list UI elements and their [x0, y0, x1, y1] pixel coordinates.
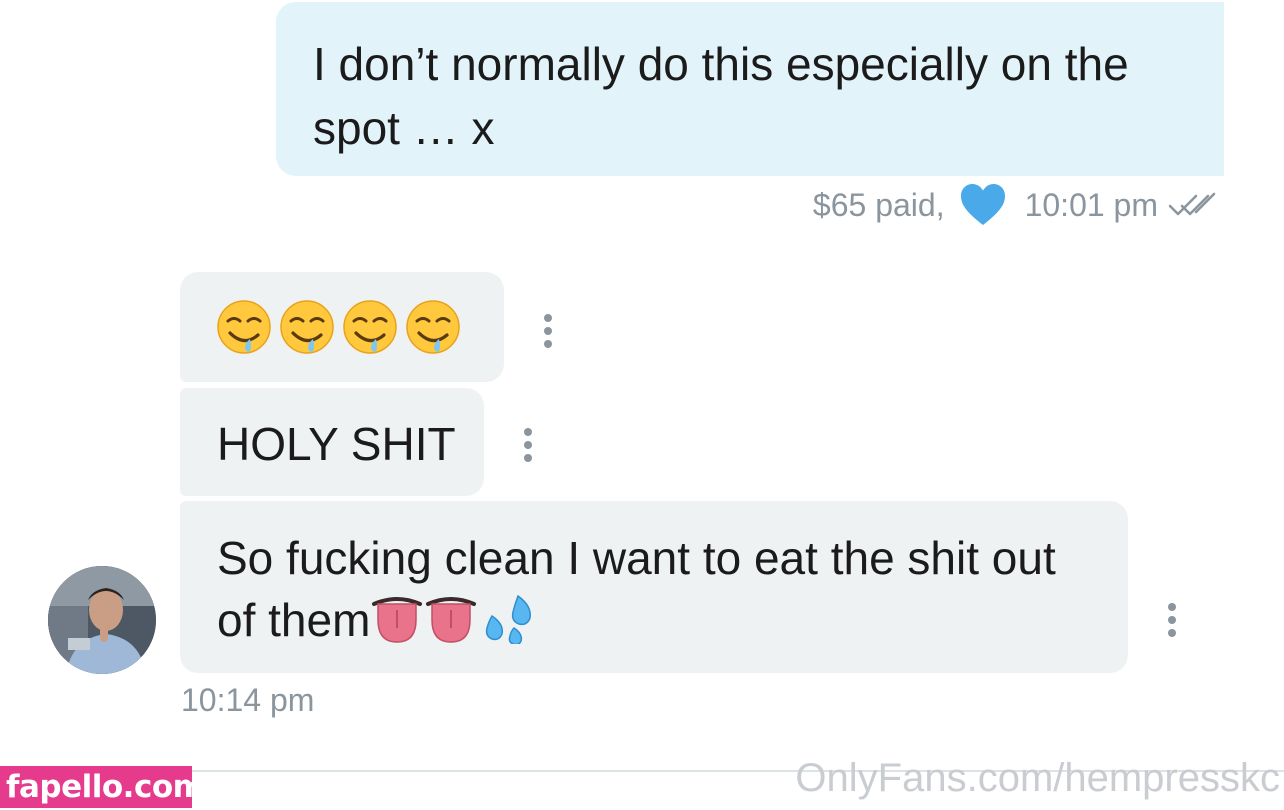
sweat-droplets-icon [486, 594, 532, 644]
drooling-face-icon [406, 300, 460, 354]
outgoing-message-text: I don’t normally do this especially on t… [313, 38, 1129, 154]
drooling-face-icon [217, 300, 271, 354]
paid-amount: $65 paid, [812, 186, 945, 223]
incoming-message-text[interactable]: HOLY SHIT [180, 388, 484, 496]
outgoing-message-meta: $65 paid, 10:01 pm [813, 180, 1222, 230]
incoming-message-emojis[interactable] [180, 272, 504, 382]
emoji-row [216, 299, 461, 355]
message-options-icon[interactable] [1167, 603, 1177, 637]
drooling-face-icon [280, 300, 334, 354]
outgoing-message-time: 10:01 pm [1024, 186, 1158, 223]
incoming-message-2-text: HOLY SHIT [217, 418, 456, 470]
incoming-message-3-text: So fucking clean I want to eat the shit … [217, 532, 1056, 646]
message-options-icon[interactable] [543, 314, 553, 348]
incoming-message-time: 10:14 pm [181, 682, 315, 718]
incoming-message-text[interactable]: So fucking clean I want to eat the shit … [180, 501, 1128, 673]
double-check-icon [1168, 192, 1216, 216]
watermark-left: fapello.com [0, 766, 205, 808]
tongue-icon [426, 597, 477, 643]
drooling-face-icon [343, 300, 397, 354]
avatar[interactable] [48, 566, 156, 674]
tongue-icon [372, 597, 423, 643]
avatar-image [48, 566, 156, 674]
message-options-icon[interactable] [523, 428, 533, 462]
outgoing-message-bubble[interactable]: I don’t normally do this especially on t… [276, 2, 1224, 176]
watermark-right: OnlyFans.com/hempresskc [795, 756, 1280, 800]
heart-icon[interactable] [959, 183, 1007, 227]
